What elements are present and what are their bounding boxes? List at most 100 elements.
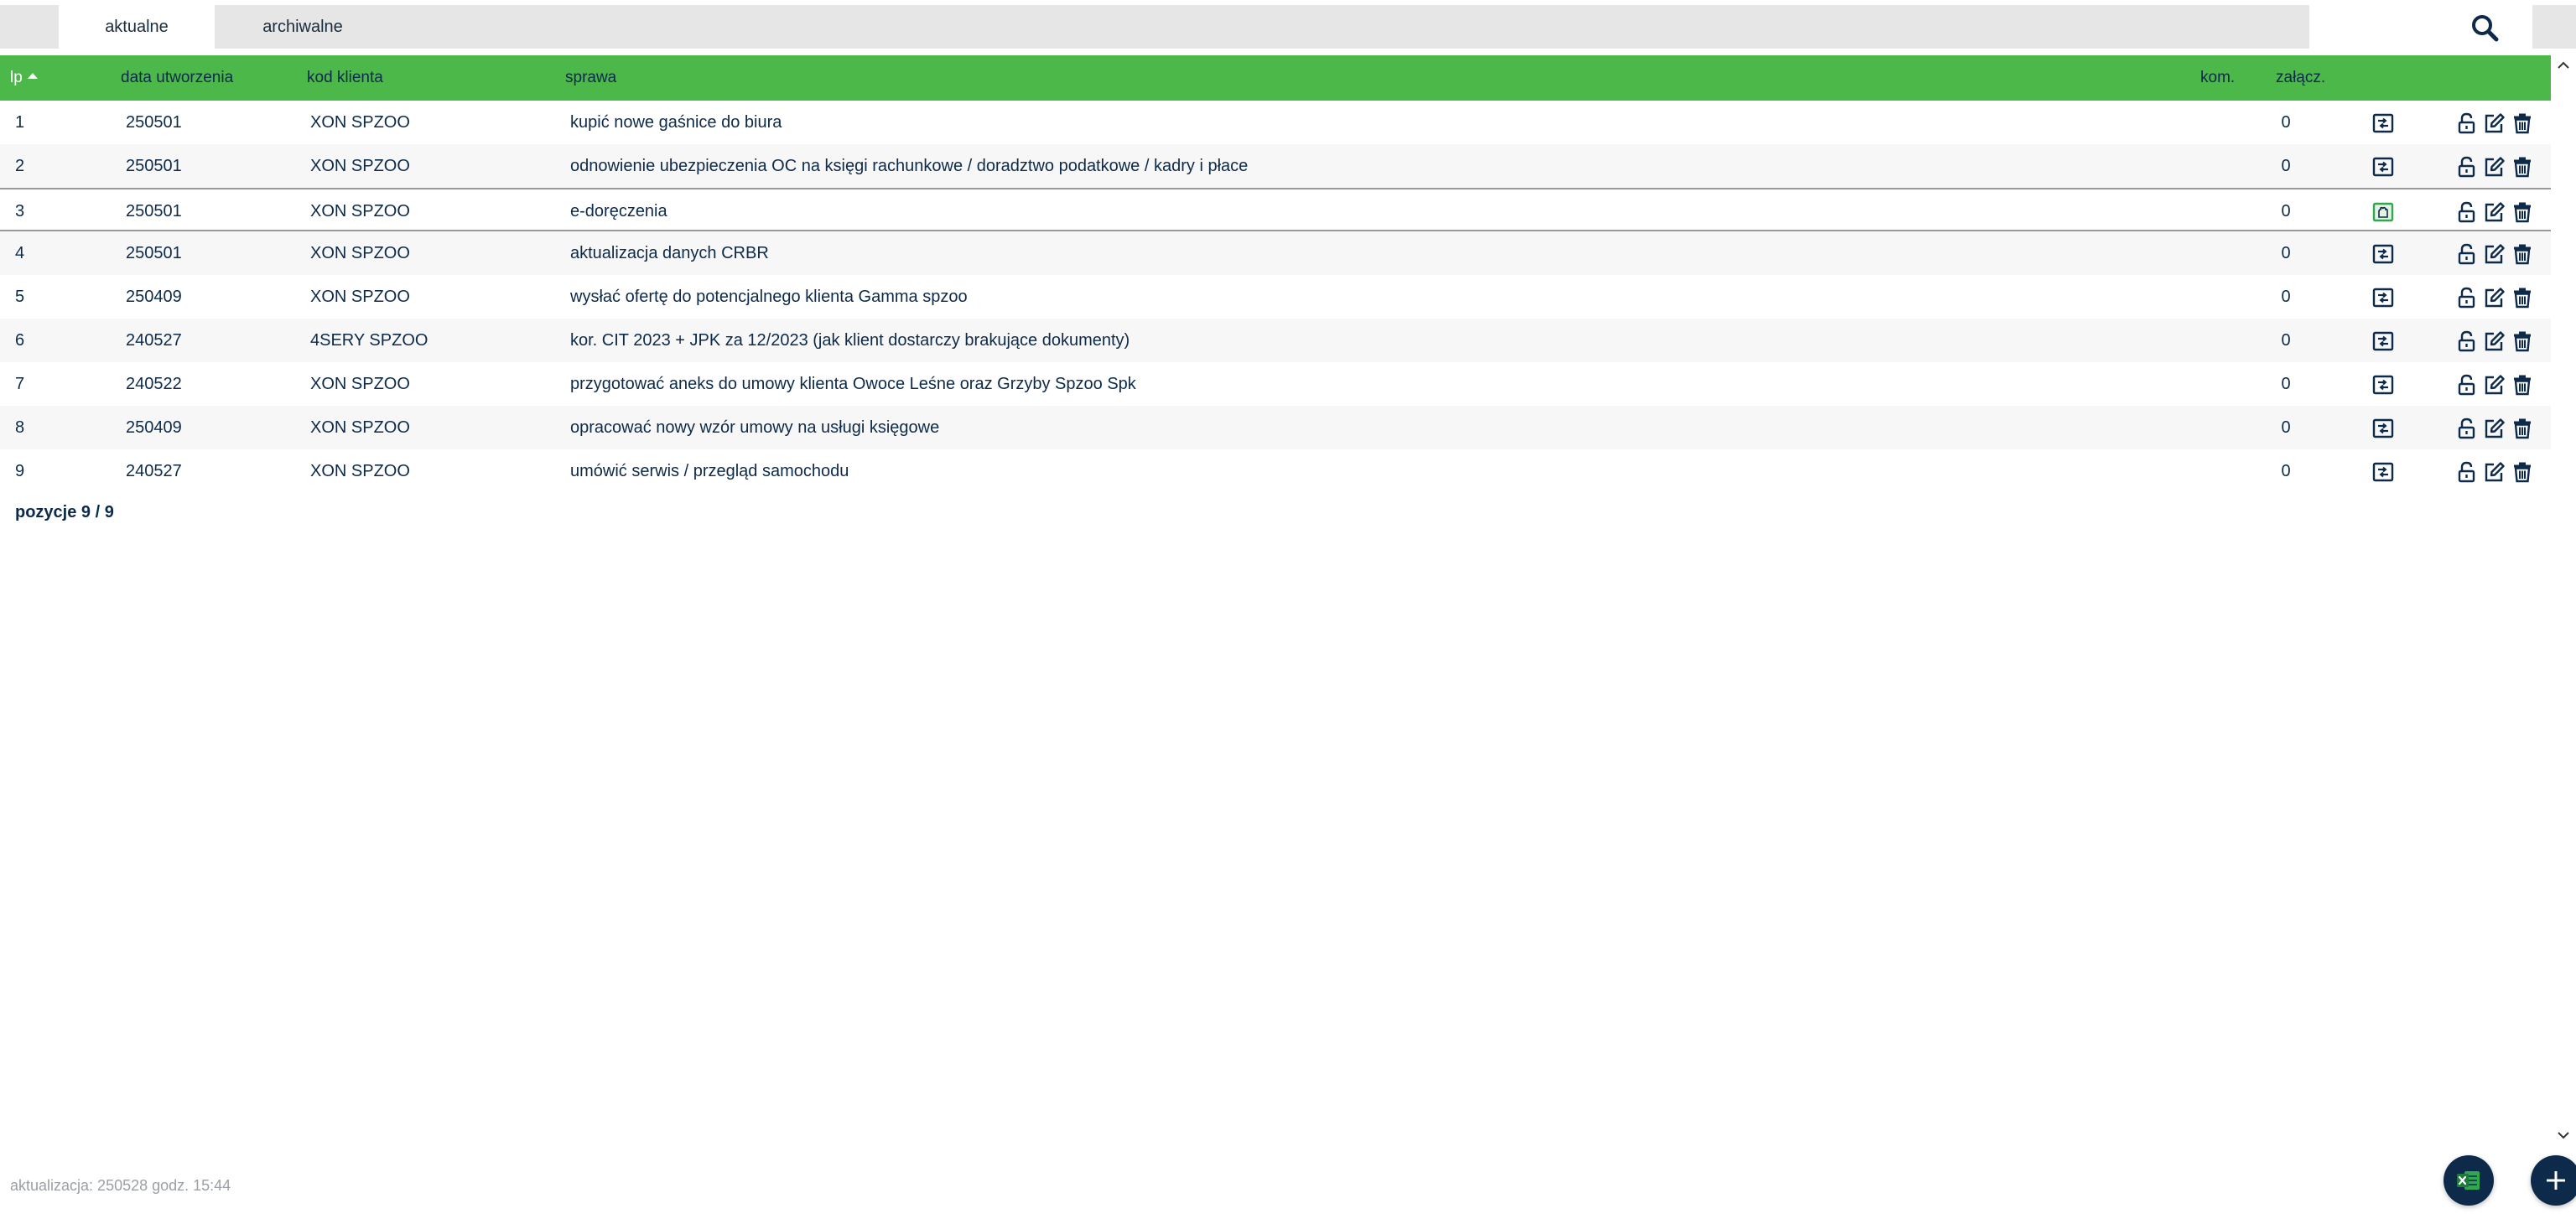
- cell-date: 250501: [126, 244, 182, 262]
- edit-icon[interactable]: [2482, 200, 2506, 224]
- plus-icon: [2547, 1171, 2565, 1190]
- edit-icon[interactable]: [2482, 329, 2506, 353]
- cell-attachments: 0: [2281, 113, 2291, 132]
- details-icon[interactable]: [2371, 200, 2395, 224]
- table-row[interactable]: 6 240527 4SERY SPZOO kor. CIT 2023 + JPK za…: [0, 319, 2551, 362]
- unlock-icon[interactable]: [2455, 200, 2479, 224]
- column-header-lp[interactable]: lp: [10, 55, 38, 101]
- cell-client-code: XON SPZOO: [310, 202, 410, 220]
- cell-client-code: XON SPZOO: [310, 288, 410, 306]
- edit-icon[interactable]: [2482, 373, 2506, 397]
- export-excel-button[interactable]: [2444, 1155, 2494, 1206]
- cell-attachments: 0: [2281, 331, 2291, 350]
- cell-matter: wysłać ofertę do potencjalnego klienta G…: [570, 288, 968, 306]
- cell-date: 250501: [126, 113, 182, 132]
- column-header-zal[interactable]: załącz.: [2276, 55, 2325, 101]
- column-header-kom[interactable]: kom.: [2200, 55, 2235, 101]
- details-icon[interactable]: [2371, 242, 2395, 266]
- edit-icon[interactable]: [2482, 242, 2506, 266]
- cell-client-code: XON SPZOO: [310, 113, 410, 132]
- cell-matter: umówić serwis / przegląd samochodu: [570, 462, 849, 480]
- details-icon[interactable]: [2371, 155, 2395, 179]
- edit-icon[interactable]: [2482, 155, 2506, 179]
- trash-icon[interactable]: [2511, 329, 2534, 353]
- cell-lp: 6: [15, 331, 25, 350]
- cell-matter: odnowienie ubezpieczenia OC na księgi ra…: [570, 157, 1249, 175]
- cell-lp: 5: [15, 288, 25, 306]
- cell-attachments: 0: [2281, 418, 2291, 437]
- unlock-icon[interactable]: [2455, 373, 2479, 397]
- details-icon[interactable]: [2371, 329, 2395, 353]
- details-icon[interactable]: [2371, 417, 2395, 440]
- column-header-sprawa[interactable]: sprawa: [565, 55, 616, 101]
- search-button[interactable]: [2469, 12, 2501, 44]
- scroll-up-button[interactable]: [2554, 57, 2573, 74]
- cell-attachments: 0: [2281, 244, 2291, 262]
- edit-icon[interactable]: [2482, 112, 2506, 135]
- details-icon[interactable]: [2371, 460, 2395, 484]
- trash-icon[interactable]: [2511, 460, 2534, 484]
- cell-date: 240527: [126, 331, 182, 350]
- details-icon[interactable]: [2371, 112, 2395, 135]
- trash-icon[interactable]: [2511, 200, 2534, 224]
- table-row[interactable]: 2 250501 XON SPZOO odnowienie ubezpieczenia…: [0, 144, 2551, 188]
- trash-icon[interactable]: [2511, 242, 2534, 266]
- chevron-down-icon: [2558, 1132, 2569, 1139]
- cell-lp: 8: [15, 418, 25, 437]
- cell-matter: kupić nowe gaśnice do biura: [570, 113, 782, 132]
- table-row[interactable]: 5 250409 XON SPZOO wysłać ofertę do potencj…: [0, 275, 2551, 319]
- cell-date: 250501: [126, 157, 182, 175]
- tab-archiwalne[interactable]: archiwalne: [215, 5, 391, 49]
- column-header-lp-label: lp: [10, 69, 23, 86]
- table-row[interactable]: 8 250409 XON SPZOO opracować nowy wzór umow…: [0, 406, 2551, 449]
- cell-date: 250409: [126, 418, 182, 437]
- toolbar-spacer: [2532, 5, 2576, 49]
- unlock-icon[interactable]: [2455, 112, 2479, 135]
- table-row[interactable]: 3 250501 XON SPZOO e-doręczenia 0: [0, 188, 2551, 231]
- column-header-kod[interactable]: kod klienta: [307, 55, 383, 101]
- cell-attachments: 0: [2281, 288, 2291, 306]
- edit-icon[interactable]: [2482, 286, 2506, 309]
- cell-attachments: 0: [2281, 462, 2291, 480]
- table-row[interactable]: 1 250501 XON SPZOO kupić nowe gaśnice do bi…: [0, 101, 2551, 144]
- cell-date: 250409: [126, 288, 182, 306]
- add-button[interactable]: [2531, 1155, 2576, 1206]
- unlock-icon[interactable]: [2455, 286, 2479, 309]
- cell-attachments: 0: [2281, 202, 2291, 220]
- trash-icon[interactable]: [2511, 112, 2534, 135]
- unlock-icon[interactable]: [2455, 155, 2479, 179]
- cell-attachments: 0: [2281, 157, 2291, 175]
- details-icon[interactable]: [2371, 373, 2395, 397]
- scroll-down-button[interactable]: [2554, 1127, 2573, 1144]
- details-icon[interactable]: [2371, 286, 2395, 309]
- cell-client-code: XON SPZOO: [310, 157, 410, 175]
- trash-icon[interactable]: [2511, 286, 2534, 309]
- tab-aktualne[interactable]: aktualne: [59, 5, 215, 49]
- column-header-date[interactable]: data utworzenia: [121, 55, 233, 101]
- edit-icon[interactable]: [2482, 417, 2506, 440]
- unlock-icon[interactable]: [2455, 329, 2479, 353]
- edit-icon[interactable]: [2482, 460, 2506, 484]
- cell-lp: 2: [15, 157, 25, 175]
- table-row[interactable]: 9 240527 XON SPZOO umówić serwis / przegląd…: [0, 449, 2551, 493]
- unlock-icon[interactable]: [2455, 242, 2479, 266]
- trash-icon[interactable]: [2511, 373, 2534, 397]
- cell-attachments: 0: [2281, 375, 2291, 393]
- excel-export-icon: [2457, 1171, 2480, 1190]
- unlock-icon[interactable]: [2455, 417, 2479, 440]
- cell-date: 240522: [126, 375, 182, 393]
- trash-icon[interactable]: [2511, 155, 2534, 179]
- cell-matter: kor. CIT 2023 + JPK za 12/2023 (jak klie…: [570, 331, 1130, 350]
- cell-lp: 7: [15, 375, 25, 393]
- cell-lp: 4: [15, 244, 25, 262]
- cell-date: 250501: [126, 202, 182, 220]
- trash-icon[interactable]: [2511, 417, 2534, 440]
- cell-lp: 3: [15, 202, 25, 220]
- cell-matter: przygotować aneks do umowy klienta Owoce…: [570, 375, 1136, 393]
- table-row[interactable]: 4 250501 XON SPZOO aktualizacja danych CRBR…: [0, 231, 2551, 275]
- unlock-icon[interactable]: [2455, 460, 2479, 484]
- cell-lp: 1: [15, 113, 25, 132]
- cell-date: 240527: [126, 462, 182, 480]
- table-row[interactable]: 7 240522 XON SPZOO przygotować aneks do umo…: [0, 362, 2551, 406]
- cell-client-code: XON SPZOO: [310, 244, 410, 262]
